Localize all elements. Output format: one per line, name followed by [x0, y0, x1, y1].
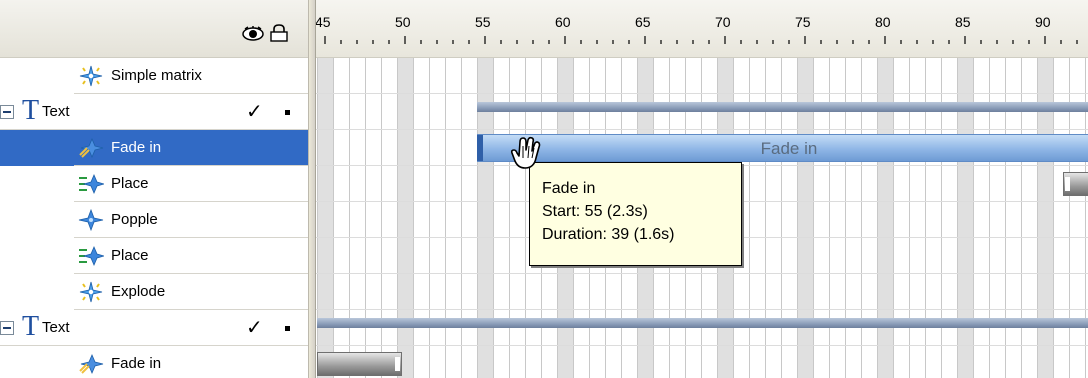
group-duration-bar[interactable] [477, 102, 1088, 112]
place-icon [79, 245, 104, 267]
tooltip-start: Start: 55 (2.3s) [542, 203, 648, 220]
effect-row[interactable]: Explode [0, 274, 308, 310]
layers-panel: Simple matrix T Text ✓ Fade in Place Popple Pla… [0, 0, 308, 378]
effect-row[interactable]: Simple matrix [0, 58, 308, 94]
layer-group-row[interactable]: T Text ✓ [0, 310, 308, 346]
effect-bar[interactable] [1062, 172, 1088, 196]
effect-label: Fade in [111, 139, 162, 156]
effect-bar[interactable] [317, 352, 402, 376]
effect-label: Explode [111, 283, 166, 300]
effect-bar-fade-in[interactable]: Fade in [477, 134, 1088, 162]
fade-icon [79, 353, 104, 375]
ruler-label: 50 [395, 14, 411, 30]
ruler-label: 80 [875, 14, 891, 30]
lock-icon[interactable] [268, 24, 290, 42]
ruler-label: 65 [635, 14, 651, 30]
tooltip-title: Fade in [542, 180, 596, 197]
effect-tooltip: Fade in Start: 55 (2.3s) Duration: 39 (1… [529, 162, 742, 266]
effect-row[interactable]: Fade in [0, 130, 308, 166]
ruler-label: 55 [475, 14, 491, 30]
bar-resize-handle[interactable] [394, 357, 400, 371]
layer-label: Text [42, 103, 70, 120]
visibility-check-icon[interactable]: ✓ [246, 316, 263, 340]
collapse-icon[interactable] [0, 105, 14, 119]
text-layer-icon: T [22, 311, 40, 342]
ruler-label: 70 [715, 14, 731, 30]
ruler-label: 75 [795, 14, 811, 30]
ruler-label: 90 [1035, 14, 1051, 30]
group-duration-bar[interactable] [317, 318, 1088, 328]
visibility-check-icon[interactable]: ✓ [246, 100, 263, 124]
collapse-icon[interactable] [0, 321, 14, 335]
ruler-label: 60 [555, 14, 571, 30]
effect-label: Popple [111, 211, 158, 228]
grid-key-column [397, 58, 413, 378]
effect-row[interactable]: Place [0, 166, 308, 202]
effect-bar-label: Fade in [760, 139, 818, 158]
layers-header [0, 0, 308, 58]
ruler-label: 45 [316, 14, 331, 30]
eye-icon[interactable] [242, 24, 264, 42]
place-icon [79, 173, 104, 195]
tooltip-duration: Duration: 39 (1.6s) [542, 226, 675, 243]
bar-resize-handle[interactable] [1064, 177, 1070, 191]
frame-ruler[interactable]: 45 50 55 60 65 70 75 80 85 90 [316, 0, 1088, 58]
effect-row[interactable]: Fade in [0, 346, 308, 378]
effect-label: Place [111, 175, 149, 192]
effect-label: Fade in [111, 355, 162, 372]
text-layer-icon: T [22, 95, 40, 126]
layer-group-row[interactable]: T Text ✓ [0, 94, 308, 130]
layer-label: Text [42, 319, 70, 336]
panel-splitter[interactable] [308, 0, 316, 378]
sparkle-icon [79, 65, 103, 87]
effect-row[interactable]: Popple [0, 202, 308, 238]
effect-row[interactable]: Place [0, 238, 308, 274]
hand-cursor-icon [510, 136, 541, 169]
ruler-label: 85 [955, 14, 971, 30]
grid-key-column [317, 58, 333, 378]
lock-toggle-icon[interactable] [285, 110, 290, 115]
effect-label: Simple matrix [111, 67, 202, 84]
lock-toggle-icon[interactable] [285, 326, 290, 331]
popple-icon [78, 209, 104, 231]
ruler-ticks [324, 36, 1078, 44]
effect-label: Place [111, 247, 149, 264]
fade-icon [79, 137, 104, 159]
sparkle-icon [79, 281, 103, 303]
